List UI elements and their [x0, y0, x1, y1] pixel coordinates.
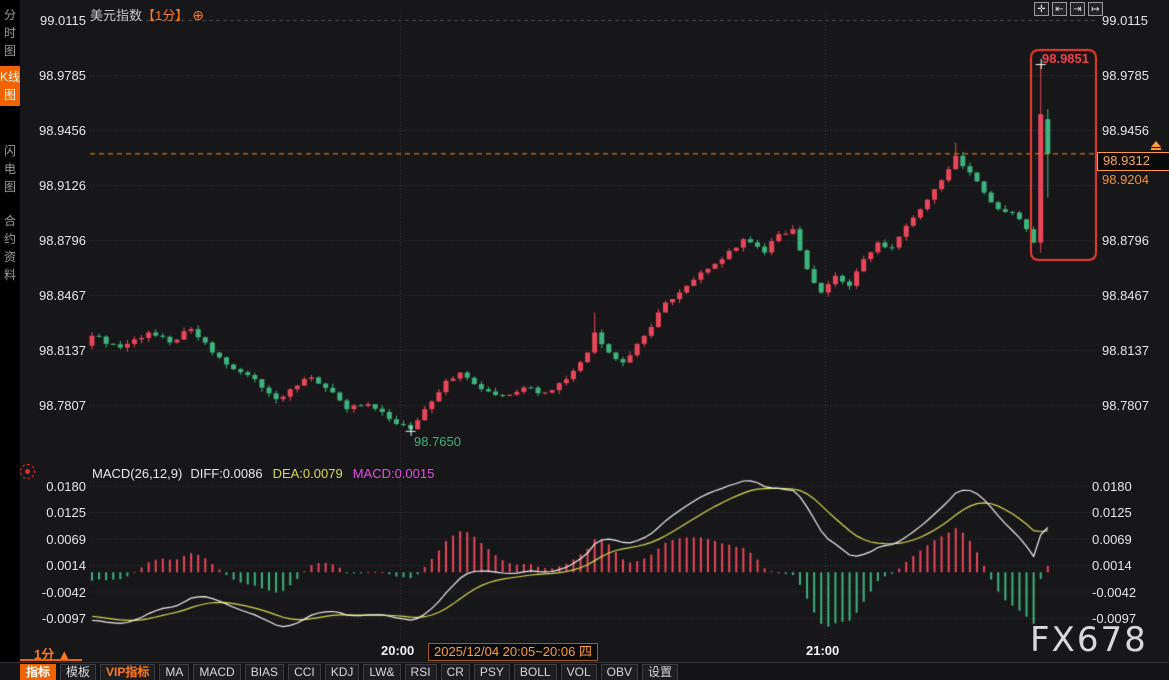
price-tick-right: 98.8467 — [1102, 288, 1162, 303]
price-tick-right: 98.9456 — [1102, 123, 1162, 138]
macd-tick-left: 0.0125 — [26, 505, 86, 520]
macd-tick-left: 0.0180 — [26, 479, 86, 494]
tab-vol[interactable]: VOL — [561, 664, 597, 680]
macd-params: MACD(26,12,9) — [92, 466, 182, 481]
price-tick-right: 99.0115 — [1102, 13, 1162, 28]
time-tick-2000: 20:00 — [381, 643, 414, 658]
price-tick-right: 98.8796 — [1102, 233, 1162, 248]
tab-boll[interactable]: BOLL — [514, 664, 557, 680]
tab-indicator[interactable]: 指标 — [20, 664, 56, 680]
trading-app-window: 分时图 K线图 闪电图 合约资料 美元指数【1分】 ⊕ ✛ ⇤ ⇥ ↦ 99.01… — [0, 0, 1169, 680]
tab-settings[interactable]: 设置 — [642, 664, 678, 680]
fx678-watermark: FX678 — [1030, 620, 1148, 660]
chart-type-sidebar: 分时图 K线图 闪电图 合约资料 — [0, 0, 20, 680]
tab-vip-indicator[interactable]: VIP指标 — [100, 664, 155, 680]
time-tick-2100: 21:00 — [806, 643, 839, 658]
macd-tick-right: 0.0014 — [1092, 558, 1152, 573]
price-tick-left: 98.7807 — [26, 398, 86, 413]
add-indicator-icon[interactable]: ⊕ — [192, 7, 204, 23]
sidebar-tab-lightning-chart[interactable]: 闪电图 — [0, 140, 20, 198]
macd-tick-right: 0.0180 — [1092, 479, 1152, 494]
macd-tick-right: 0.0125 — [1092, 505, 1152, 520]
macd-macd-value: MACD:0.0015 — [353, 466, 435, 481]
price-up-arrow-icon — [1150, 141, 1162, 151]
price-tick-left: 98.8796 — [26, 233, 86, 248]
last-price-badge: 98.9312 — [1097, 152, 1169, 171]
price-tick-left: 99.0115 — [26, 13, 86, 28]
scroll-to-end-icon[interactable]: ⇥ — [1070, 2, 1085, 16]
scroll-to-start-icon[interactable]: ⇤ — [1052, 2, 1067, 16]
price-tick-left: 98.8137 — [26, 343, 86, 358]
tab-cci[interactable]: CCI — [288, 664, 321, 680]
tab-lw[interactable]: LW& — [363, 664, 400, 680]
candle-time-tooltip: 2025/12/04 20:05~20:06 四 — [428, 643, 598, 661]
price-macd-chart-canvas[interactable] — [0, 0, 1169, 680]
chart-title: 美元指数【1分】 ⊕ — [90, 5, 204, 24]
live-indicator-icon — [20, 464, 35, 479]
price-tick-left: 98.8467 — [26, 288, 86, 303]
macd-header: MACD(26,12,9) DIFF:0.0086 DEA:0.0079 MACD:0… — [92, 466, 434, 481]
interval-active-underline — [20, 659, 82, 661]
tab-rsi[interactable]: RSI — [405, 664, 437, 680]
prev-close-label: 98.9204 — [1102, 172, 1149, 187]
macd-tick-left: 0.0069 — [26, 532, 86, 547]
low-price-marker: 98.7650 — [414, 434, 461, 449]
macd-dea-value: DEA:0.0079 — [273, 466, 343, 481]
interval-tag: 【1分】 — [142, 8, 188, 23]
chart-tools: ✛ ⇤ ⇥ ↦ — [1034, 2, 1103, 16]
sidebar-tab-contract-info[interactable]: 合约资料 — [0, 210, 20, 286]
tab-kdj[interactable]: KDJ — [325, 664, 360, 680]
crosshair-icon[interactable]: ✛ — [1034, 2, 1049, 16]
price-tick-left: 98.9785 — [26, 68, 86, 83]
macd-tick-right: 0.0069 — [1092, 532, 1152, 547]
tab-cr[interactable]: CR — [441, 664, 470, 680]
indicator-toolbar: 指标 模板 VIP指标 MA MACD BIAS CCI KDJ LW& RSI… — [0, 662, 1169, 680]
macd-tick-right: -0.0042 — [1092, 585, 1152, 600]
price-tick-right: 98.7807 — [1102, 398, 1162, 413]
price-tick-right: 98.9785 — [1102, 68, 1162, 83]
tab-obv[interactable]: OBV — [601, 664, 638, 680]
high-price-marker: 98.9851 — [1042, 51, 1089, 66]
macd-diff-value: DIFF:0.0086 — [190, 466, 262, 481]
macd-tick-left: 0.0014 — [26, 558, 86, 573]
sidebar-tab-time-chart[interactable]: 分时图 — [0, 4, 20, 62]
price-tick-left: 98.9126 — [26, 178, 86, 193]
sidebar-tab-kline-chart[interactable]: K线图 — [0, 66, 20, 106]
tab-ma[interactable]: MA — [159, 664, 189, 680]
macd-tick-left: -0.0042 — [26, 585, 86, 600]
tab-macd[interactable]: MACD — [193, 664, 240, 680]
price-tick-right: 98.8137 — [1102, 343, 1162, 358]
tab-psy[interactable]: PSY — [474, 664, 510, 680]
tab-bias[interactable]: BIAS — [245, 664, 284, 680]
symbol-name: 美元指数 — [90, 8, 142, 23]
macd-tick-left: -0.0097 — [26, 611, 86, 626]
price-tick-left: 98.9456 — [26, 123, 86, 138]
tab-template[interactable]: 模板 — [60, 664, 96, 680]
pan-right-icon[interactable]: ↦ — [1088, 2, 1103, 16]
